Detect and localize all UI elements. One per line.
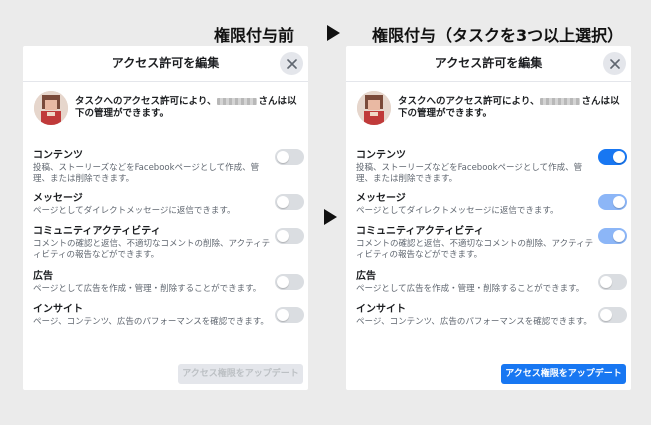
permission-desc: 投稿、ストーリーズなどをFacebookページとして作成、管理、または削除できま… bbox=[33, 163, 260, 184]
permission-ads: 広告 ページとして広告を作成・管理・削除することができます。 bbox=[33, 271, 273, 295]
edit-permissions-dialog-after: アクセス許可を編集 タスクへのアクセス許可により、 さんは以下の管理ができます。 … bbox=[346, 46, 631, 390]
permission-label: コンテンツ bbox=[33, 150, 83, 161]
dialog-title: アクセス許可を編集 bbox=[434, 56, 543, 70]
toggle-content[interactable] bbox=[598, 149, 627, 165]
permission-messages: メッセージ ページとしてダイレクトメッセージに返信できます。 bbox=[356, 193, 596, 217]
toggle-content[interactable] bbox=[275, 149, 304, 165]
permission-content: コンテンツ 投稿、ストーリーズなどをFacebookページとして作成、管理、また… bbox=[33, 150, 273, 185]
toggle-knob bbox=[613, 230, 625, 242]
redacted-name bbox=[217, 98, 258, 105]
permission-desc: ページとしてダイレクトメッセージに返信できます。 bbox=[356, 206, 559, 216]
permission-community: コミュニティアクティビティ コメントの確認と返信、不適切なコメントの削除、アクテ… bbox=[33, 226, 273, 261]
permission-desc: ページとして広告を作成・管理・削除することができます。 bbox=[356, 284, 585, 294]
permission-ads: 広告 ページとして広告を作成・管理・削除することができます。 bbox=[356, 271, 596, 295]
permission-label: インサイト bbox=[33, 304, 83, 315]
permission-label: インサイト bbox=[356, 304, 406, 315]
permission-label: メッセージ bbox=[356, 193, 406, 204]
close-button[interactable] bbox=[603, 52, 626, 75]
toggle-knob bbox=[600, 309, 612, 321]
update-permissions-button[interactable]: アクセス権限をアップデート bbox=[178, 364, 303, 384]
intro-text: タスクへのアクセス許可により、 さんは以下の管理ができます。 bbox=[75, 96, 298, 120]
permission-messages: メッセージ ページとしてダイレクトメッセージに返信できます。 bbox=[33, 193, 273, 217]
permission-desc: 投稿、ストーリーズなどをFacebookページとして作成、管理、または削除できま… bbox=[356, 163, 583, 184]
toggle-ads[interactable] bbox=[598, 274, 627, 290]
intro-prefix: タスクへのアクセス許可により、 bbox=[75, 96, 217, 107]
toggle-knob bbox=[613, 196, 625, 208]
divider bbox=[346, 81, 631, 82]
heading-after: 権限付与（タスクを3つ以上選択） bbox=[372, 26, 624, 45]
redacted-name bbox=[540, 98, 581, 105]
toggle-knob bbox=[277, 276, 289, 288]
avatar bbox=[34, 91, 68, 125]
permission-label: 広告 bbox=[356, 271, 376, 282]
update-permissions-button[interactable]: アクセス権限をアップデート bbox=[501, 364, 626, 384]
permission-insights: インサイト ページ、コンテンツ、広告のパフォーマンスを確認できます。 bbox=[356, 304, 596, 328]
intro-prefix: タスクへのアクセス許可により、 bbox=[398, 96, 540, 107]
close-icon bbox=[609, 58, 620, 69]
toggle-knob bbox=[277, 230, 289, 242]
dialog-title: アクセス許可を編集 bbox=[111, 56, 220, 70]
toggle-knob bbox=[613, 151, 625, 163]
permission-label: コミュニティアクティビティ bbox=[356, 226, 484, 237]
permission-label: メッセージ bbox=[33, 193, 83, 204]
permission-desc: ページとしてダイレクトメッセージに返信できます。 bbox=[33, 206, 236, 216]
toggle-community[interactable] bbox=[598, 228, 627, 244]
permission-insights: インサイト ページ、コンテンツ、広告のパフォーマンスを確認できます。 bbox=[33, 304, 273, 328]
permission-community: コミュニティアクティビティ コメントの確認と返信、不適切なコメントの削除、アクテ… bbox=[356, 226, 596, 261]
toggle-messages[interactable] bbox=[275, 194, 304, 210]
close-button[interactable] bbox=[280, 52, 303, 75]
toggle-insights[interactable] bbox=[275, 307, 304, 323]
permission-desc: ページ、コンテンツ、広告のパフォーマンスを確認できます。 bbox=[356, 317, 592, 327]
close-icon bbox=[286, 58, 297, 69]
toggle-insights[interactable] bbox=[598, 307, 627, 323]
toggle-ads[interactable] bbox=[275, 274, 304, 290]
permission-desc: コメントの確認と返信、不適切なコメントの削除、アクティティビティの報告などができ… bbox=[356, 239, 594, 260]
permission-content: コンテンツ 投稿、ストーリーズなどをFacebookページとして作成、管理、また… bbox=[356, 150, 596, 185]
permission-desc: ページとして広告を作成・管理・削除することができます。 bbox=[33, 284, 262, 294]
edit-permissions-dialog-before: アクセス許可を編集 タスクへのアクセス許可により、 さんは以下の管理ができます。 … bbox=[23, 46, 308, 390]
toggle-knob bbox=[277, 196, 289, 208]
intro-text: タスクへのアクセス許可により、 さんは以下の管理ができます。 bbox=[398, 96, 621, 120]
arrow-right-icon bbox=[327, 25, 340, 41]
permission-label: コミュニティアクティビティ bbox=[33, 226, 161, 237]
toggle-knob bbox=[600, 276, 612, 288]
heading-before: 権限付与前 bbox=[214, 26, 295, 45]
arrow-right-icon bbox=[324, 209, 337, 225]
permission-desc: ページ、コンテンツ、広告のパフォーマンスを確認できます。 bbox=[33, 317, 269, 327]
toggle-knob bbox=[277, 309, 289, 321]
toggle-knob bbox=[277, 151, 289, 163]
avatar bbox=[357, 91, 391, 125]
permission-label: 広告 bbox=[33, 271, 53, 282]
toggle-community[interactable] bbox=[275, 228, 304, 244]
permission-desc: コメントの確認と返信、不適切なコメントの削除、アクティティビティの報告などができ… bbox=[33, 239, 271, 260]
permission-label: コンテンツ bbox=[356, 150, 406, 161]
toggle-messages[interactable] bbox=[598, 194, 627, 210]
divider bbox=[23, 81, 308, 82]
